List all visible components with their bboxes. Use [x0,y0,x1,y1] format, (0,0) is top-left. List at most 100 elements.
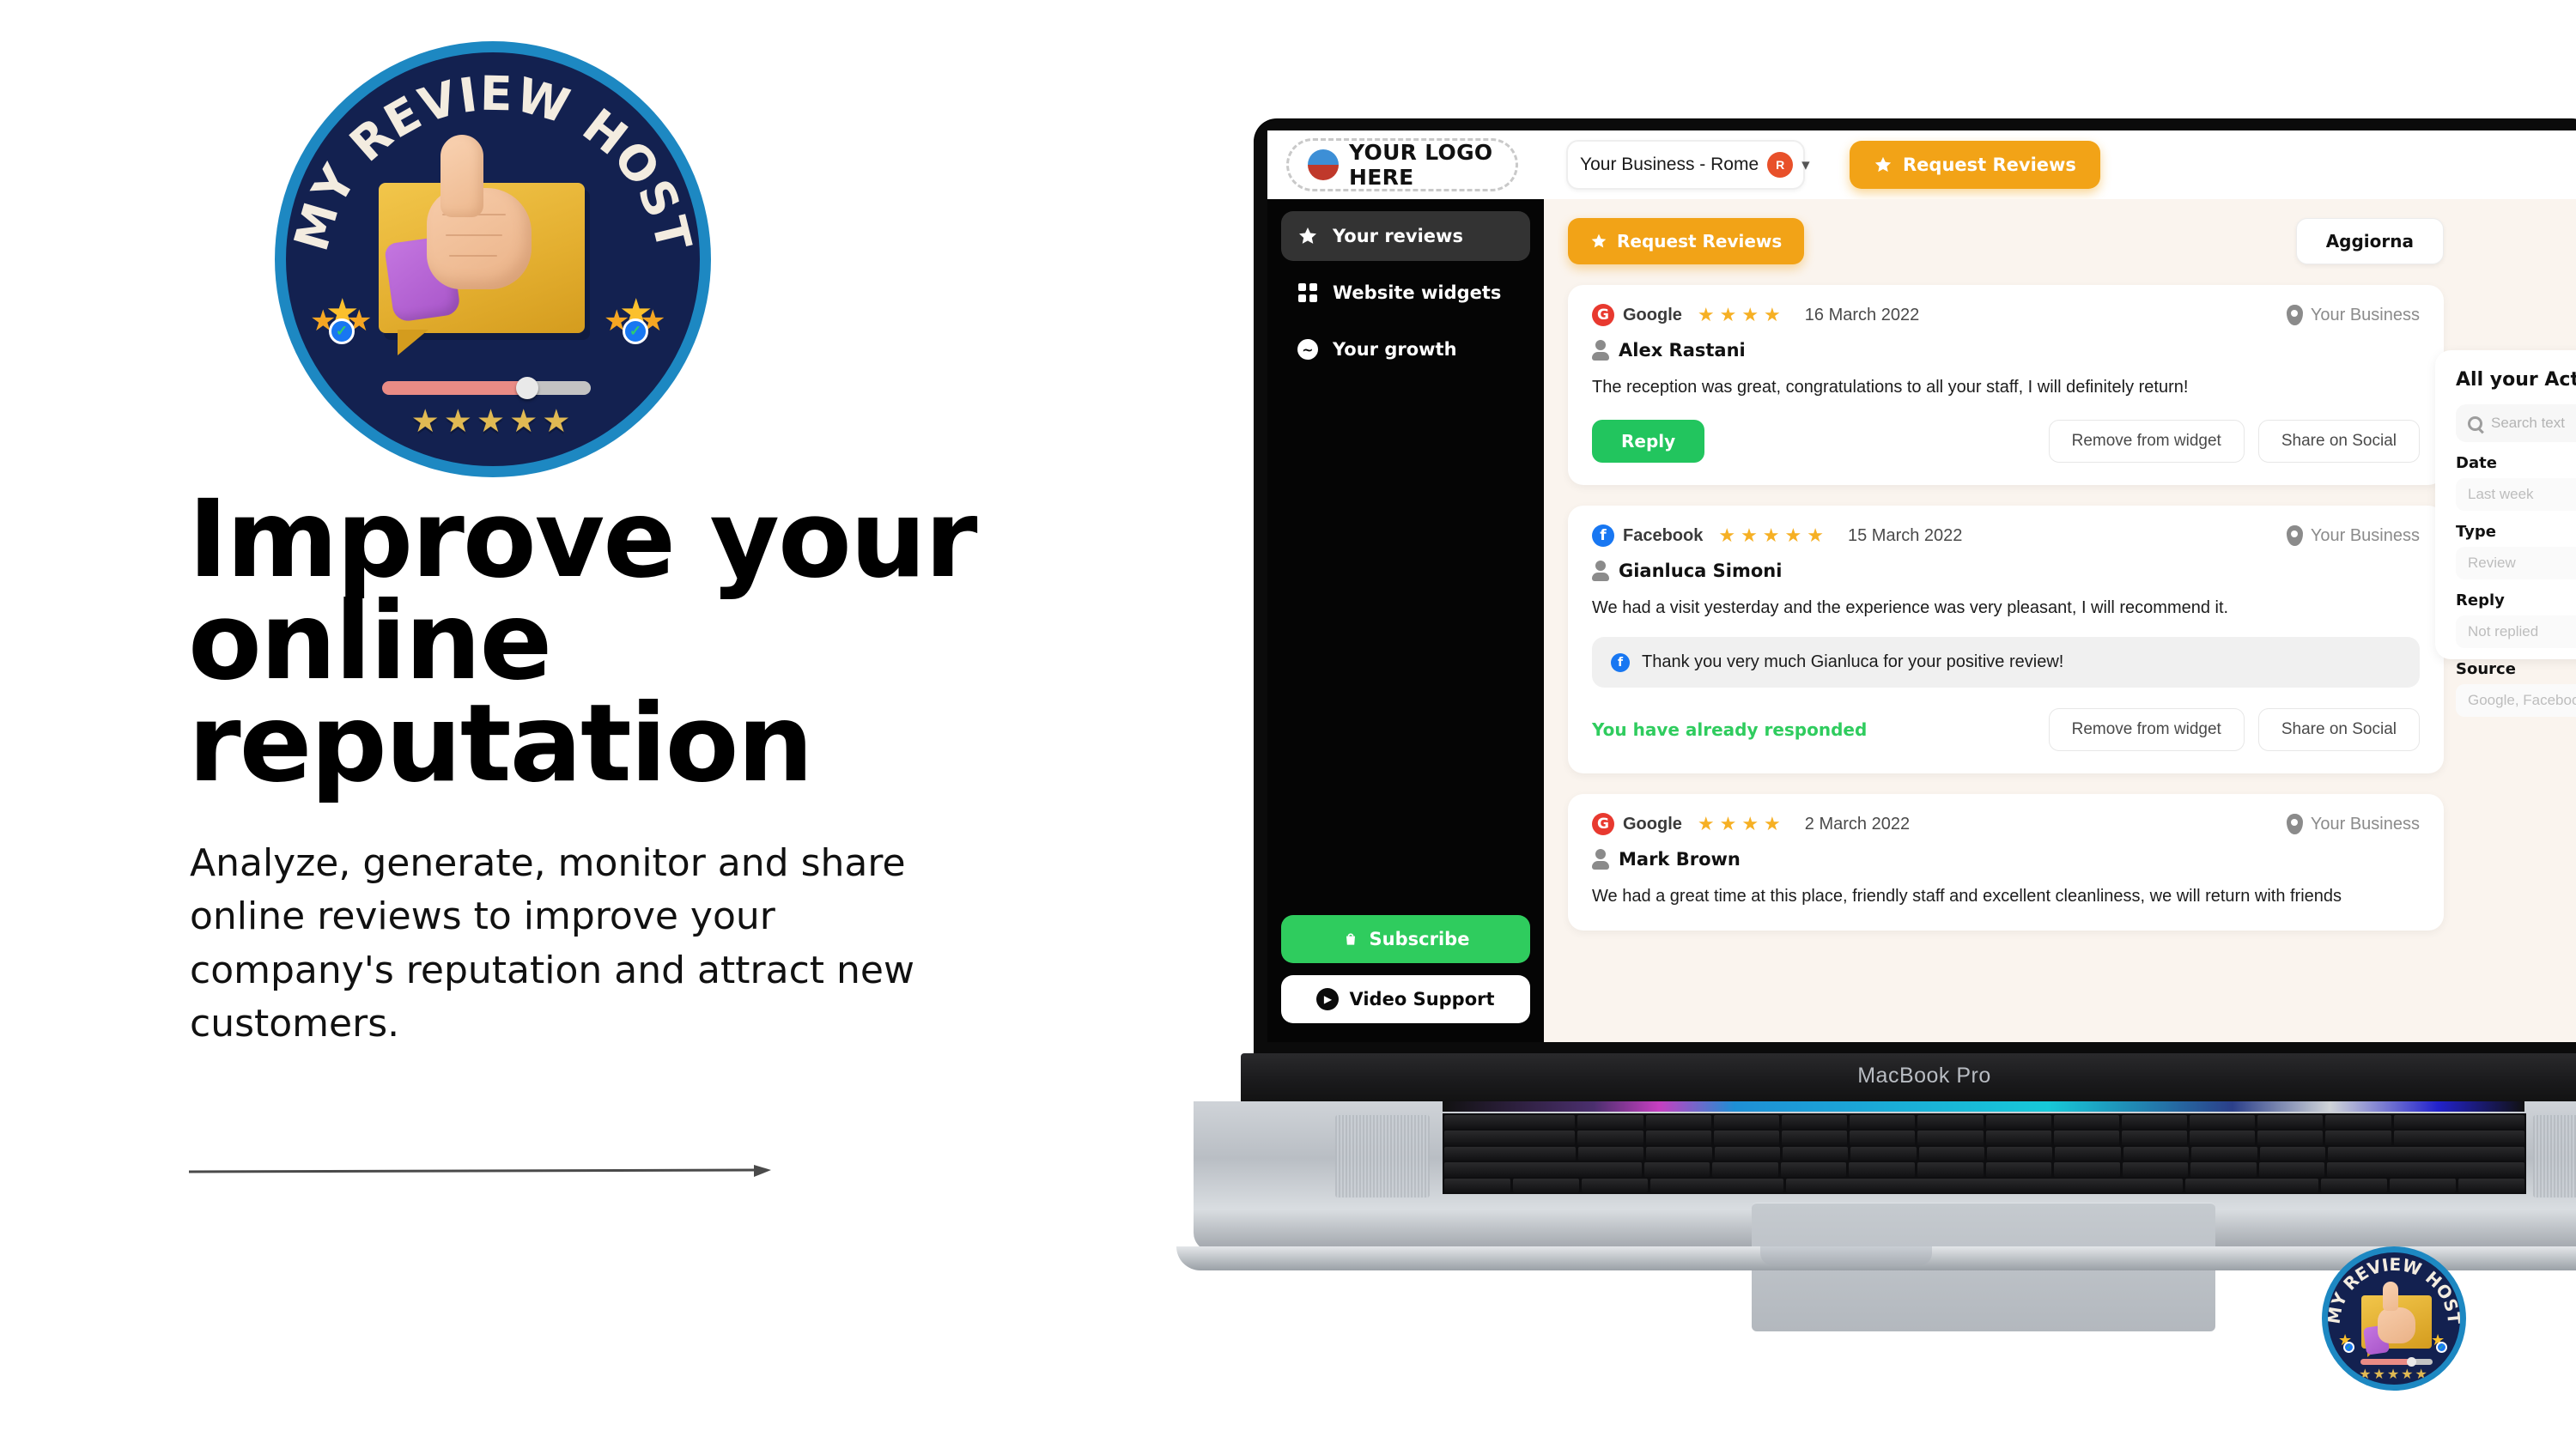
filter-select-type[interactable]: Review [2456,547,2576,579]
facebook-icon: f [1592,524,1614,547]
thumb-shape [440,135,483,217]
refresh-button[interactable]: Aggiorna [2295,218,2444,264]
review-meta-row: f Facebook ★★★★★ 15 March 2022 Your Busi… [1592,524,2420,547]
review-author-name: Alex Rastani [1619,340,1746,361]
review-author-row: Gianluca Simoni [1592,561,2420,581]
review-secondary-actions: Remove from widget Share on Social [2048,420,2420,463]
laptop-model-label: MacBook Pro [1857,1064,1991,1088]
search-icon [2468,415,2482,431]
subscribe-label: Subscribe [1369,929,1470,949]
star-rating: ★★★★★ [1718,524,1829,546]
remove-from-widget-button[interactable]: Remove from widget [2048,420,2245,463]
verified-check-icon: ✓ [623,318,648,344]
review-source: G Google [1592,813,1682,835]
review-source-label: Google [1623,814,1682,834]
review-author-name: Gianluca Simoni [1619,561,1783,581]
star-icon [1297,226,1319,246]
avatar: R [1767,152,1794,178]
star-cluster-right: ★ ★ ★ ✓ [604,294,669,346]
share-on-social-button[interactable]: Share on Social [2257,420,2420,463]
sidebar-footer: Subscribe ▶ Video Support [1281,915,1530,1023]
play-icon: ▶ [1316,988,1340,1010]
app-header: YOUR LOGO HERE Your Business - Rome R ▾ … [1267,130,2576,199]
star-icon [1591,233,1607,248]
thumbs-up-hand [383,135,550,332]
filter-label-reply: Reply [2456,591,2505,609]
reply-button[interactable]: Reply [1592,420,1705,463]
filter-select-reply[interactable]: Not replied [2456,615,2576,648]
speaker-grille-left [1335,1115,1430,1197]
person-icon [1592,340,1609,361]
verified-check-icon: ✓ [329,318,355,344]
review-location-label: Your Business [2310,525,2420,545]
review-reply-box: f Thank you very much Gianluca for your … [1592,637,2420,688]
mini-fist-shape [2378,1307,2415,1343]
sidebar-item-your-reviews[interactable]: Your reviews [1281,211,1530,261]
logo-placeholder-label: YOUR LOGO HERE [1349,140,1493,190]
main-toolbar: Request Reviews Aggiorna [1568,218,2444,264]
sidebar-item-label: Website widgets [1333,282,1502,303]
share-on-social-button[interactable]: Share on Social [2257,708,2420,751]
logo-upload-placeholder[interactable]: YOUR LOGO HERE [1286,138,1518,191]
filter-panel-title: All your Activity [2456,369,2576,391]
sidebar-item-label: Your growth [1333,339,1457,360]
star-cluster-left: ★ ★ ★ ✓ [310,294,375,346]
filter-label-date: Date [2456,454,2497,472]
badge-inner-circle: MY REVIEW HOST ★ ★ ★ ✓ ★ ★ ★ ✓ ★★★★★ [286,52,700,466]
review-date: 2 March 2022 [1804,814,1911,834]
request-reviews-label: Request Reviews [1617,231,1783,252]
mini-verified-check-right: ✓ [2436,1342,2447,1353]
review-location: Your Business [2286,305,2420,325]
request-reviews-header-button[interactable]: Request Reviews [1850,141,2100,189]
review-card: G Google ★★★★ 16 March 2022 Your Busines… [1568,285,2444,485]
video-support-button[interactable]: ▶ Video Support [1281,975,1530,1023]
filter-label-type: Type [2456,523,2496,541]
location-pin-icon [2286,525,2303,546]
review-location: Your Business [2286,525,2420,546]
laptop-hinge: MacBook Pro [1241,1053,2576,1105]
review-body-text: The reception was great, congratulations… [1592,378,2189,397]
star-rating: ★★★★ [1697,813,1786,834]
laptop-base-notch [1760,1246,1932,1265]
filter-select-date[interactable]: Last week [2456,478,2576,511]
review-secondary-actions: Remove from widget Share on Social [2048,708,2420,751]
keyboard [1443,1113,2526,1194]
review-source: f Facebook [1592,524,1703,547]
filter-select-source[interactable]: Google, Facebook [2456,684,2576,717]
review-author-name: Mark Brown [1619,849,1741,870]
subscribe-button[interactable]: Subscribe [1281,915,1530,963]
brand-logo-badge: MY REVIEW HOST ★ ★ ★ ✓ ★ ★ ★ ✓ ★★★★★ [275,41,711,477]
request-reviews-button[interactable]: Request Reviews [1568,218,1805,264]
watermark-logo-badge: MY REVIEW HOST ★ ✓ ★ ✓ ★★★★★ [2322,1246,2466,1391]
app-sidebar: Your reviews Website widgets ∼ Your grow… [1267,199,1544,1042]
laptop-mockup: YOUR LOGO HERE Your Business - Rome R ▾ … [1056,0,2576,1449]
review-meta-row: G Google ★★★★ 2 March 2022 Your Business [1592,813,2420,835]
sidebar-item-your-growth[interactable]: ∼ Your growth [1281,324,1530,374]
bag-icon [1346,933,1355,945]
google-icon: G [1592,813,1614,835]
search-input[interactable]: Search text [2456,404,2576,442]
business-selector[interactable]: Your Business - Rome R ▾ [1566,140,1810,190]
review-body-text: We had a visit yesterday and the experie… [1592,598,2229,617]
mini-thumb-shape [2383,1282,2398,1311]
review-reply-text: Thank you very much Gianluca for your po… [1642,652,2064,671]
remove-from-widget-button[interactable]: Remove from widget [2048,708,2245,751]
review-source: G Google [1592,304,1682,326]
star-rating: ★★★★ [1697,304,1786,325]
five-star-row: ★★★★★ [410,403,575,439]
sidebar-item-website-widgets[interactable]: Website widgets [1281,268,1530,318]
business-selector-label: Your Business - Rome [1580,155,1759,174]
video-support-label: Video Support [1349,989,1495,1009]
chevron-down-icon: ▾ [1801,155,1810,174]
star-icon [1874,156,1892,173]
logo-dot-icon [1308,149,1339,180]
rating-slider-graphic [382,377,591,399]
review-actions: You have already responded Remove from w… [1592,708,2420,751]
touch-bar [1443,1101,2524,1112]
search-placeholder: Search text [2491,415,2565,431]
review-location-label: Your Business [2310,814,2420,834]
speaker-grille-right [2533,1115,2576,1197]
activity-filter-panel: All your Activity Search text Date Last … [2435,350,2576,717]
review-location: Your Business [2286,814,2420,834]
filter-label-source: Source [2456,660,2516,678]
